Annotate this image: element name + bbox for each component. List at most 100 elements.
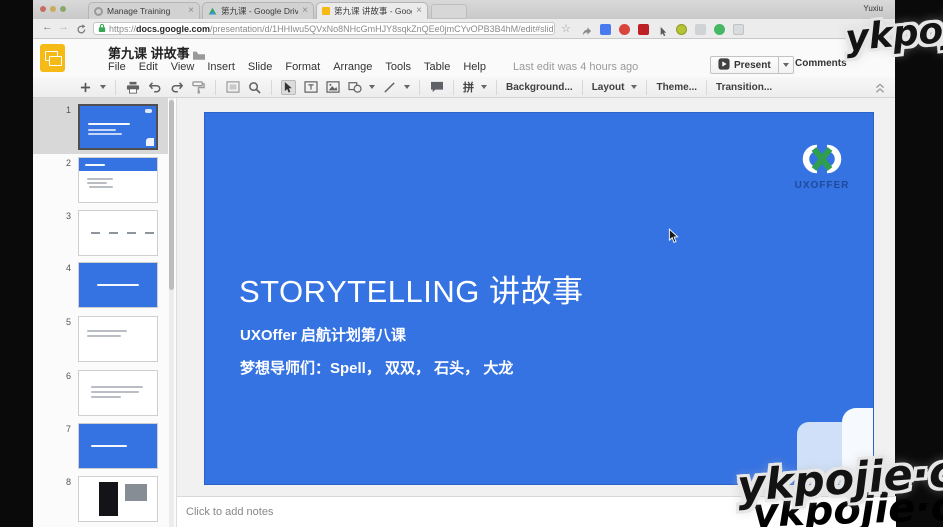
document-title[interactable]: 第九课 讲故事 — [108, 43, 190, 62]
slide-thumbnail-4[interactable] — [78, 262, 158, 308]
menu-table[interactable]: Table — [424, 61, 450, 73]
menu-bar: File Edit View Insert Slide Format Arran… — [108, 61, 638, 73]
current-slide[interactable]: UXOFFER STORYTELLING 讲故事 UXOffer 启航计划第八课… — [204, 112, 874, 485]
browser-window: Manage Training × 第九课 - Google Drive × 第… — [33, 0, 895, 527]
insert-comment-button[interactable] — [429, 80, 444, 95]
browser-profile-name[interactable]: Yuxiu — [863, 4, 883, 13]
menu-help[interactable]: Help — [463, 61, 486, 73]
menu-file[interactable]: File — [108, 61, 126, 73]
line-dropdown-icon[interactable] — [404, 85, 410, 89]
zoom-fit-button[interactable] — [225, 80, 240, 95]
input-method-dropdown-icon[interactable] — [481, 85, 487, 89]
slide-thumbnail-2[interactable] — [78, 157, 158, 203]
translate-extension-icon[interactable] — [600, 24, 611, 35]
zoom-button[interactable] — [247, 80, 262, 95]
tab-google-drive[interactable]: 第九课 - Google Drive × — [202, 2, 314, 19]
page-extension-icon[interactable] — [695, 24, 706, 35]
insert-shape-button[interactable] — [347, 80, 362, 95]
insert-line-button[interactable] — [382, 80, 397, 95]
toolbar-separator — [496, 80, 497, 95]
layout-dropdown-icon[interactable] — [631, 85, 637, 89]
layout-button[interactable]: Layout — [592, 82, 625, 93]
thumb-logo — [145, 109, 152, 113]
menu-format[interactable]: Format — [285, 61, 320, 73]
filmstrip-scrollbar[interactable] — [169, 98, 174, 527]
back-button[interactable]: ← — [42, 21, 53, 33]
slide-number: 2 — [57, 158, 71, 168]
extension-tab-icon — [94, 7, 103, 16]
menu-slide[interactable]: Slide — [248, 61, 272, 73]
menu-insert[interactable]: Insert — [207, 61, 235, 73]
slide-number: 4 — [57, 263, 71, 273]
shape-dropdown-icon[interactable] — [369, 85, 375, 89]
slide-number: 5 — [57, 317, 71, 327]
thumb-fold-corner — [146, 138, 154, 146]
slide-thumbnail-6[interactable] — [78, 370, 158, 416]
notes-extension-icon[interactable] — [733, 24, 744, 35]
slide-thumbnail-3[interactable] — [78, 210, 158, 256]
print-button[interactable] — [125, 80, 140, 95]
tab-title: 第九课 讲故事 - Google Sli — [334, 5, 412, 17]
close-window-button[interactable] — [40, 6, 46, 12]
new-slide-button[interactable] — [78, 80, 93, 95]
tab-manage-training[interactable]: Manage Training × — [88, 2, 200, 19]
slide-mentors-text[interactable]: 梦想导师们：Spell， 双双， 石头， 大龙 — [240, 357, 513, 378]
slide-thumbnail-1[interactable] — [78, 104, 158, 150]
mouse-cursor — [668, 228, 679, 249]
share-extension-icon[interactable] — [581, 24, 592, 35]
evernote-extension-icon[interactable] — [714, 24, 725, 35]
toolbar-separator — [706, 80, 707, 95]
select-tool-button[interactable] — [281, 80, 296, 95]
present-button[interactable]: Present — [710, 56, 779, 74]
clock-extension-icon[interactable] — [676, 24, 687, 35]
red-badge-extension-icon[interactable] — [619, 24, 630, 35]
menu-tools[interactable]: Tools — [385, 61, 411, 73]
google-slides-logo[interactable] — [40, 44, 65, 72]
new-tab-button[interactable] — [431, 4, 467, 19]
last-edit-status[interactable]: Last edit was 4 hours ago — [513, 61, 638, 73]
menu-edit[interactable]: Edit — [139, 61, 158, 73]
present-dropdown-button[interactable] — [779, 56, 794, 74]
slide-thumbnail-5[interactable] — [78, 316, 158, 362]
reload-button[interactable] — [76, 22, 87, 40]
present-label: Present — [734, 60, 771, 71]
input-method-button[interactable]: 拼 — [463, 79, 474, 95]
redo-button[interactable] — [169, 80, 184, 95]
slide-number: 8 — [57, 477, 71, 487]
background-button[interactable]: Background... — [506, 82, 573, 93]
close-tab-icon[interactable]: × — [416, 6, 422, 16]
paint-format-button[interactable] — [191, 80, 206, 95]
comments-button[interactable]: Comments — [795, 58, 847, 69]
minimize-window-button[interactable] — [50, 6, 56, 12]
address-field[interactable]: https://docs.google.com/presentation/d/1… — [93, 22, 555, 35]
slide-thumbnail-7[interactable] — [78, 423, 158, 469]
slide-number: 3 — [57, 211, 71, 221]
undo-button[interactable] — [147, 80, 162, 95]
uxoffer-logo-text: UXOFFER — [794, 180, 850, 191]
new-slide-dropdown-icon[interactable] — [100, 85, 106, 89]
menu-view[interactable]: View — [171, 61, 195, 73]
url-domain: docs.google.com — [136, 24, 210, 34]
slide-thumbnail-8[interactable] — [78, 476, 158, 522]
notes-placeholder[interactable]: Click to add notes — [186, 506, 273, 518]
transition-button[interactable]: Transition... — [716, 82, 772, 93]
pinterest-extension-icon[interactable] — [638, 24, 649, 35]
collapse-toolbar-button[interactable] — [875, 81, 885, 99]
bookmark-star-icon[interactable]: ☆ — [561, 22, 571, 35]
tab-title: 第九课 - Google Drive — [221, 5, 298, 17]
zoom-window-button[interactable] — [60, 6, 66, 12]
pointer-extension-icon[interactable] — [657, 24, 668, 35]
close-tab-icon[interactable]: × — [302, 6, 308, 16]
text-box-button[interactable] — [303, 80, 318, 95]
slide-subtitle-text[interactable]: UXOffer 启航计划第八课 — [240, 324, 406, 345]
slide-number: 7 — [57, 424, 71, 434]
slide-title-text[interactable]: STORYTELLING 讲故事 — [239, 266, 584, 311]
forward-button[interactable]: → — [58, 21, 69, 33]
present-button-group: Present — [710, 56, 794, 74]
menu-arrange[interactable]: Arrange — [333, 61, 372, 73]
insert-image-button[interactable] — [325, 80, 340, 95]
close-tab-icon[interactable]: × — [188, 6, 194, 16]
scrollbar-thumb[interactable] — [169, 100, 174, 290]
tab-google-slides[interactable]: 第九课 讲故事 - Google Sli × — [316, 2, 428, 19]
theme-button[interactable]: Theme... — [656, 82, 697, 93]
